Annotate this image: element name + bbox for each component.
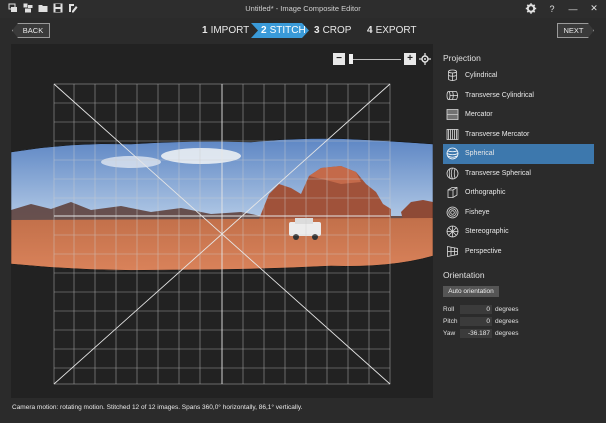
step-label: IMPORT — [210, 25, 250, 36]
pitch-label: Pitch — [443, 317, 458, 325]
projection-item-stereographic[interactable]: Stereographic — [443, 222, 594, 242]
preview-canvas[interactable] — [11, 44, 433, 398]
close-icon[interactable]: ✕ — [588, 2, 600, 15]
zoom-out-button[interactable]: − — [333, 53, 345, 65]
window-title: Untitled* - Image Composite Editor — [245, 4, 361, 13]
spherical-icon — [446, 147, 459, 160]
yaw-label: Yaw — [443, 329, 456, 337]
step-crop[interactable]: 3 CROP — [309, 23, 361, 38]
projection-label: Transverse Spherical — [465, 169, 531, 177]
next-button-label: NEXT — [563, 26, 584, 35]
pitch-unit: degrees — [495, 317, 519, 325]
settings-icon[interactable] — [525, 2, 537, 15]
step-export[interactable]: 4 EXPORT — [361, 23, 417, 38]
roll-row: Roll 0 degrees — [443, 304, 519, 314]
transverse-spherical-icon — [446, 167, 459, 180]
minimize-icon[interactable]: — — [567, 2, 579, 15]
step-label: CROP — [322, 25, 352, 36]
zoom-in-button[interactable]: + — [404, 53, 416, 65]
projection-label: Cylindrical — [465, 72, 498, 80]
step-number: 3 — [314, 25, 320, 36]
step-import[interactable]: 1 IMPORT — [196, 23, 251, 38]
fisheye-icon — [446, 206, 459, 219]
projection-item-mercator[interactable]: Mercator — [443, 105, 594, 125]
projection-list: Cylindrical Transverse Cylindrical Merca… — [443, 66, 594, 261]
projection-label: Stereographic — [465, 228, 509, 236]
perspective-icon — [447, 245, 458, 257]
pitch-row: Pitch 0 degrees — [443, 316, 519, 326]
projection-label: Perspective — [465, 247, 502, 255]
yaw-row: Yaw -36.187 degrees — [443, 328, 519, 338]
projection-item-spherical[interactable]: Spherical — [443, 144, 594, 164]
projection-item-fisheye[interactable]: Fisheye — [443, 203, 594, 223]
projection-label: Mercator — [465, 111, 493, 119]
step-label: EXPORT — [375, 25, 417, 36]
settings-panel: Projection Cylindrical Transverse Cylind… — [437, 44, 606, 398]
projection-label: Orthographic — [465, 189, 506, 197]
title-bar: Untitled* - Image Composite Editor ? — ✕ — [0, 0, 606, 18]
stitch-preview[interactable] — [11, 44, 433, 398]
yaw-input[interactable]: -36.187 — [460, 328, 492, 338]
wizard-steps: 1 IMPORT 2 STITCH 3 CROP 4 EXPORT — [196, 23, 417, 38]
next-button[interactable]: NEXT — [557, 23, 594, 38]
projection-item-transverse-mercator[interactable]: Transverse Mercator — [443, 125, 594, 145]
status-text: Camera motion: rotating motion. Stitched… — [12, 404, 303, 411]
yaw-unit: degrees — [495, 329, 519, 337]
help-icon[interactable]: ? — [546, 2, 558, 15]
transverse-mercator-icon — [446, 128, 459, 140]
step-number: 4 — [367, 25, 373, 36]
back-button[interactable]: BACK — [12, 23, 50, 38]
projection-item-transverse-spherical[interactable]: Transverse Spherical — [443, 164, 594, 184]
zoom-controls: − + — [333, 52, 433, 66]
zoom-slider-track — [349, 59, 401, 60]
zoom-slider[interactable] — [349, 53, 401, 65]
projection-title: Projection — [443, 53, 481, 63]
step-label: STITCH — [269, 25, 306, 36]
cylindrical-icon — [448, 69, 457, 82]
projection-label: Transverse Cylindrical — [465, 91, 534, 99]
projection-item-transverse-cylindrical[interactable]: Transverse Cylindrical — [443, 86, 594, 106]
center-view-icon[interactable] — [419, 53, 431, 65]
step-number: 2 — [261, 25, 267, 36]
projection-item-orthographic[interactable]: Orthographic — [443, 183, 594, 203]
roll-label: Roll — [443, 305, 455, 313]
projection-item-cylindrical[interactable]: Cylindrical — [443, 66, 594, 86]
step-stitch[interactable]: 2 STITCH — [251, 23, 309, 38]
zoom-slider-thumb[interactable] — [349, 54, 353, 64]
step-number: 1 — [202, 25, 208, 36]
window-controls: ? — ✕ — [525, 2, 600, 15]
stereographic-icon — [446, 225, 459, 238]
projection-label: Transverse Mercator — [465, 130, 530, 138]
projection-label: Fisheye — [465, 208, 490, 216]
pitch-input[interactable]: 0 — [460, 316, 492, 326]
orientation-title: Orientation — [443, 270, 485, 280]
projection-label: Spherical — [465, 150, 495, 158]
back-button-label: BACK — [22, 26, 44, 35]
projection-item-perspective[interactable]: Perspective — [443, 242, 594, 262]
wizard-nav: BACK 1 IMPORT 2 STITCH 3 CROP 4 EXPORT NEXT — [0, 20, 606, 42]
transverse-cylindrical-icon — [446, 90, 458, 100]
orthographic-icon — [447, 187, 458, 199]
mercator-icon — [446, 109, 459, 121]
roll-input[interactable]: 0 — [460, 304, 492, 314]
auto-orientation-button[interactable]: Auto orientation — [443, 286, 499, 297]
roll-unit: degrees — [495, 305, 519, 313]
